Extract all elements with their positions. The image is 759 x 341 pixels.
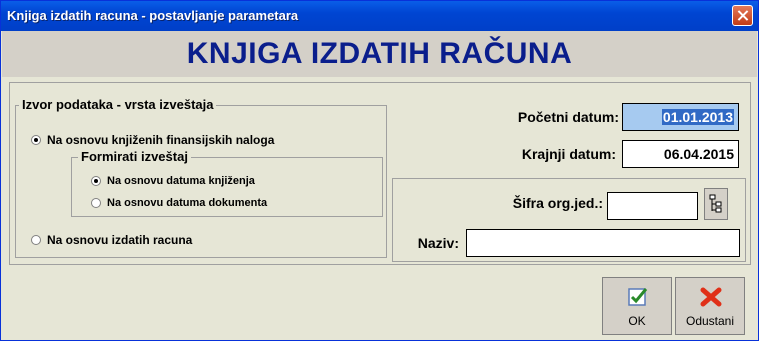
source-group-legend: Izvor podataka - vrsta izveštaja: [19, 97, 217, 112]
title-bar[interactable]: Knjiga izdatih racuna - postavljanje par…: [1, 1, 758, 31]
org-code-label: Šifra org.jed.:: [512, 195, 603, 211]
radio-document-date-indicator[interactable]: [91, 198, 101, 208]
org-name-input[interactable]: [466, 229, 740, 257]
radio-financial-orders[interactable]: Na osnovu knjiženih finansijskih naloga: [31, 133, 274, 147]
radio-posting-date-label: Na osnovu datuma knjiženja: [107, 175, 255, 187]
radio-issued-invoices[interactable]: Na osnovu izdatih racuna: [31, 233, 192, 247]
org-code-input[interactable]: [607, 192, 698, 220]
cancel-button-label: Odustani: [685, 314, 735, 328]
radio-issued-invoices-indicator[interactable]: [31, 235, 41, 245]
start-date-label: Početni datum:: [517, 109, 619, 125]
radio-document-date-label: Na osnovu datuma dokumenta: [107, 197, 268, 209]
dialog-window: Knjiga izdatih racuna - postavljanje par…: [0, 0, 759, 341]
radio-financial-orders-indicator[interactable]: [31, 135, 41, 145]
start-date-value: 01.01.2013: [661, 109, 734, 125]
format-group-legend: Formirati izveštaj: [78, 149, 191, 164]
radio-posting-date-indicator[interactable]: [91, 176, 101, 186]
close-icon[interactable]: [732, 5, 753, 26]
red-x-icon: [700, 287, 722, 307]
end-date-input[interactable]: 06.04.2015: [622, 140, 739, 168]
radio-document-date[interactable]: Na osnovu datuma dokumenta: [91, 197, 267, 209]
ok-button[interactable]: OK: [602, 277, 672, 335]
radio-issued-invoices-label: Na osnovu izdatih racuna: [47, 233, 193, 247]
tree-lookup-icon[interactable]: [704, 188, 728, 220]
radio-posting-date[interactable]: Na osnovu datuma knjiženja: [91, 175, 255, 187]
start-date-input[interactable]: 01.01.2013: [622, 103, 739, 131]
checkmark-icon: [628, 288, 648, 306]
cancel-button[interactable]: Odustani: [675, 277, 745, 335]
ok-button-label: OK: [628, 314, 646, 328]
report-title: KNJIGA IZDATIH RAČUNA: [186, 37, 573, 70]
end-date-label: Krajnji datum:: [521, 146, 616, 162]
org-name-label: Naziv:: [417, 235, 459, 251]
report-banner: KNJIGA IZDATIH RAČUNA: [2, 31, 757, 77]
radio-financial-orders-label: Na osnovu knjiženih finansijskih naloga: [47, 133, 275, 147]
window-title: Knjiga izdatih racuna - postavljanje par…: [7, 8, 299, 23]
